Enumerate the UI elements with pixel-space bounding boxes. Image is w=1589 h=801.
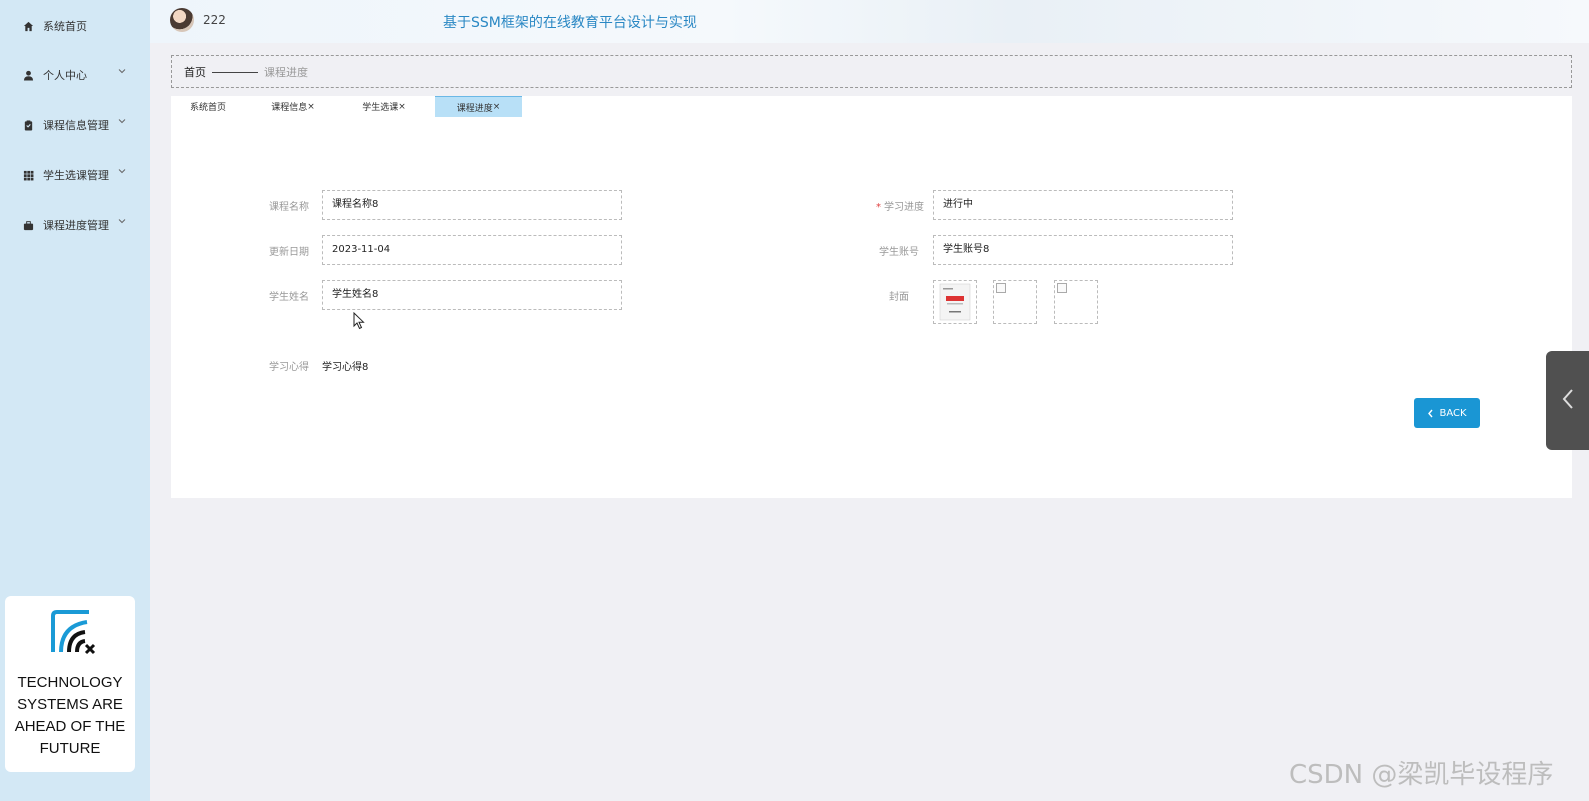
sidebar-item-home[interactable]: 系统首页 [0, 6, 150, 46]
chevron-down-icon [118, 219, 126, 224]
close-icon[interactable]: × [307, 102, 315, 112]
logo-text: TECHNOLOGY SYSTEMS ARE AHEAD OF THE FUTU… [14, 674, 126, 757]
required-mark: * [876, 202, 881, 213]
mouse-cursor-icon [353, 312, 365, 330]
tab-label: 课程信息 [271, 103, 308, 113]
student-name-label: 学生姓名 [269, 292, 309, 303]
sidebar-item-course-progress[interactable]: 课程进度管理 [0, 205, 150, 245]
sidebar: 系统首页 个人中心 课程信息管理 学生选课管理 课程进度管理 TECHNOLOG… [0, 0, 150, 801]
grid-icon [22, 169, 34, 181]
cover-image-thumbnail[interactable] [993, 280, 1037, 324]
tab-course-selection[interactable]: 学生选课 × [354, 96, 414, 117]
update-date-label: 更新日期 [269, 247, 309, 258]
chevron-left-icon [1428, 409, 1433, 417]
course-name-input[interactable]: 课程名称8 [322, 190, 622, 220]
breadcrumb-home[interactable]: 首页 [184, 64, 206, 80]
top-header: 222 基于SSM框架的在线教育平台设计与实现 [150, 0, 1589, 43]
chevron-down-icon [118, 169, 126, 174]
main-panel: 系统首页 课程信息 × 学生选课 × 课程进度 × 课程名称 课程名称8 * 学习… [171, 96, 1572, 498]
tab-course-info[interactable]: 课程信息 × [263, 96, 323, 117]
sidebar-item-label: 系统首页 [43, 20, 87, 33]
student-account-input[interactable]: 学生账号8 [933, 235, 1233, 265]
book-cover-image [939, 283, 971, 321]
page-title: 基于SSM框架的在线教育平台设计与实现 [443, 15, 697, 31]
avatar[interactable] [170, 8, 194, 32]
close-icon[interactable]: × [398, 102, 406, 112]
cover-image-thumbnail[interactable] [933, 280, 977, 324]
clipboard-icon [22, 119, 34, 131]
chevron-down-icon [118, 69, 126, 74]
side-panel-toggle[interactable] [1546, 351, 1589, 450]
course-name-label: 课程名称 [269, 202, 309, 213]
tab-label: 系统首页 [189, 103, 226, 113]
home-icon [22, 20, 34, 32]
student-name-input[interactable]: 学生姓名8 [322, 280, 622, 310]
experience-value: 学习心得8 [322, 362, 369, 373]
sidebar-item-course-selection[interactable]: 学生选课管理 [0, 155, 150, 195]
logo-icon [51, 610, 96, 655]
sidebar-item-course-info[interactable]: 课程信息管理 [0, 105, 150, 145]
sidebar-item-label: 学生选课管理 [43, 169, 109, 182]
user-icon [22, 69, 34, 81]
progress-input[interactable]: 进行中 [933, 190, 1233, 220]
tab-course-progress[interactable]: 课程进度 × [435, 96, 522, 117]
logo-card: TECHNOLOGY SYSTEMS ARE AHEAD OF THE FUTU… [5, 596, 135, 772]
experience-label: 学习心得 [269, 362, 309, 373]
breadcrumb-current: 课程进度 [264, 65, 308, 79]
breadcrumb-separator [212, 72, 258, 73]
sidebar-item-label: 课程进度管理 [43, 219, 109, 232]
watermark: CSDN @梁凯毕设程序 [1289, 760, 1554, 790]
briefcase-icon [22, 219, 34, 231]
cover-label: 封面 [889, 292, 909, 303]
back-button-label: BACK [1439, 407, 1467, 419]
progress-label: * 学习进度 [836, 198, 924, 213]
username: 222 [203, 13, 226, 27]
breadcrumb: 首页 课程进度 [171, 55, 1572, 88]
broken-image-icon [1057, 283, 1067, 293]
update-date-input[interactable]: 2023-11-04 [322, 235, 622, 265]
tab-label: 学生选课 [362, 103, 399, 113]
broken-image-icon [996, 283, 1006, 293]
close-icon[interactable]: × [493, 102, 501, 112]
sidebar-item-label: 课程信息管理 [43, 119, 109, 132]
sidebar-item-personal-center[interactable]: 个人中心 [0, 55, 150, 95]
tab-label: 课程进度 [456, 103, 493, 114]
progress-label-text: 学习进度 [884, 202, 924, 213]
back-button[interactable]: BACK [1414, 398, 1480, 428]
tab-home[interactable]: 系统首页 [178, 96, 238, 117]
chevron-left-icon [1562, 389, 1573, 409]
chevron-down-icon [118, 119, 126, 124]
student-account-label: 学生账号 [879, 247, 919, 258]
cover-image-thumbnail[interactable] [1054, 280, 1098, 324]
sidebar-item-label: 个人中心 [43, 69, 87, 82]
